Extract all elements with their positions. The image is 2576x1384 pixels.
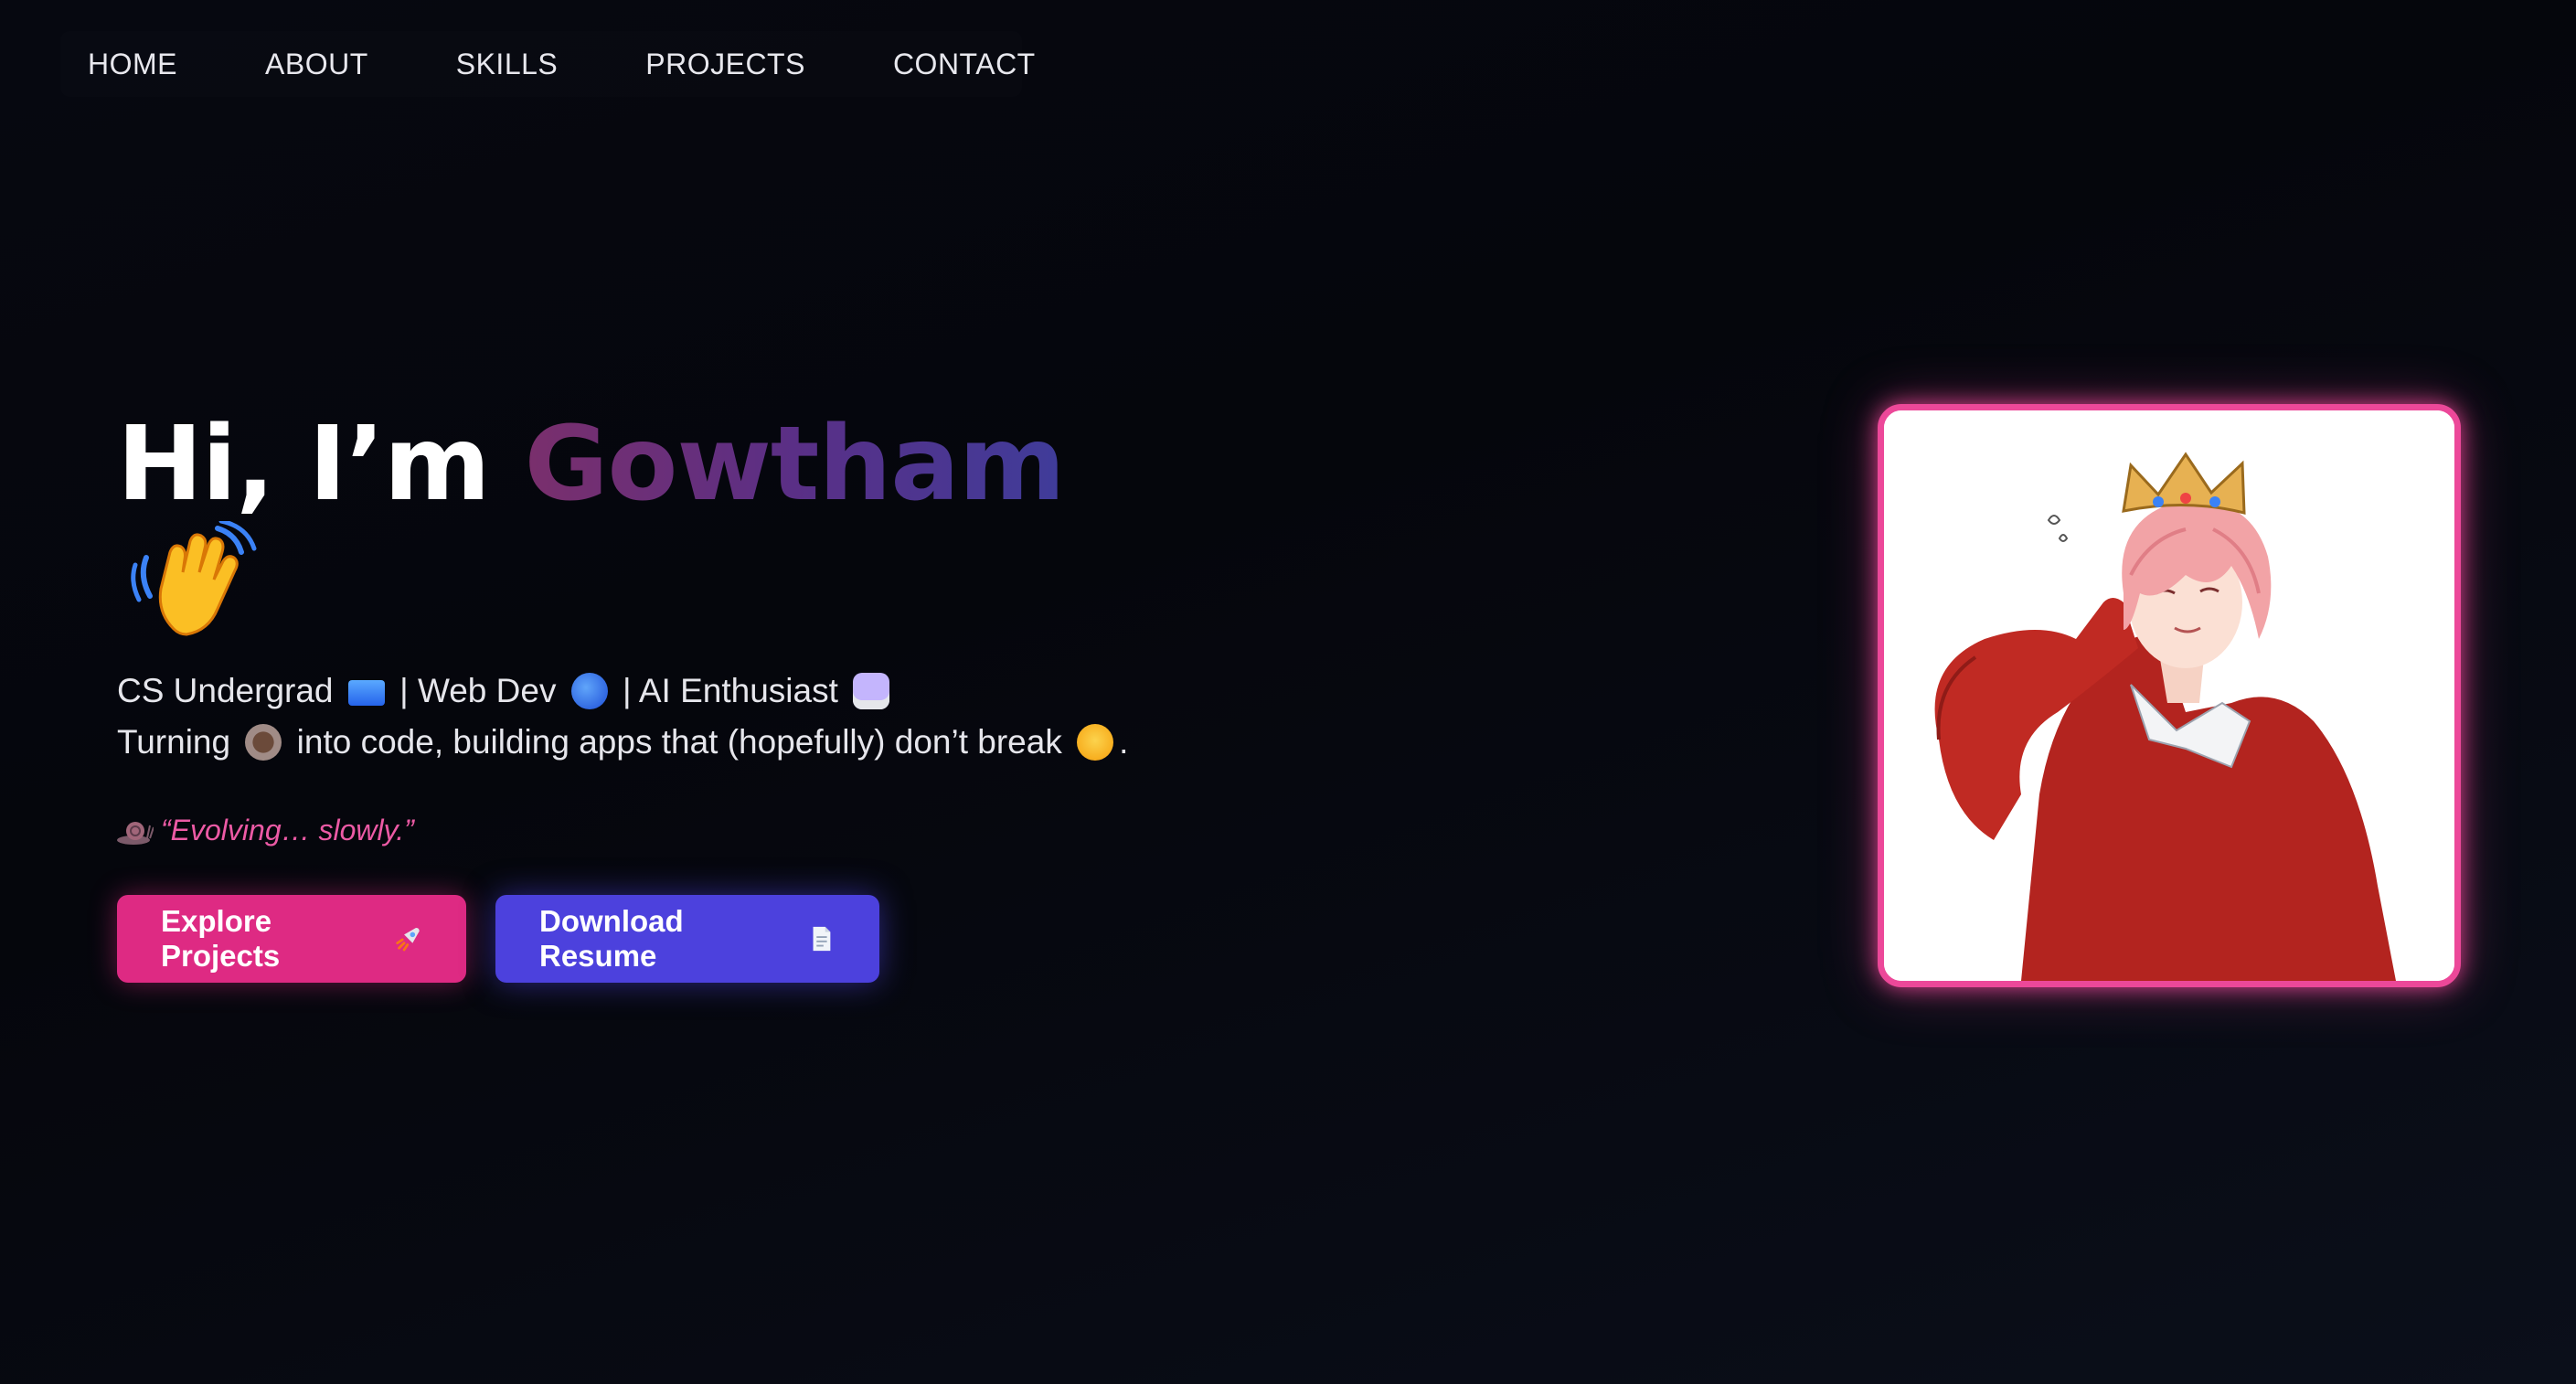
hero-title: Hi, I’m Gowtham xyxy=(117,402,1305,527)
rocket-icon xyxy=(395,927,420,952)
globe-icon xyxy=(570,673,608,709)
document-icon xyxy=(813,926,831,952)
tagline-turning: Turning xyxy=(117,723,231,761)
tagline-line-1: CS Undergrad | Web Dev | AI Enthusiast xyxy=(117,665,1305,717)
tagline-webdev: | Web Dev xyxy=(399,672,557,709)
greeting-text: Hi, I’m xyxy=(117,405,525,524)
nav-skills[interactable]: SKILLS xyxy=(456,48,559,81)
hero-section: Hi, I’m Gowtham CS Undergrad | Web Dev |… xyxy=(117,402,1305,983)
nav-about[interactable]: ABOUT xyxy=(265,48,368,81)
nav-projects[interactable]: PROJECTS xyxy=(645,48,805,81)
laptop-icon xyxy=(347,680,385,706)
sweat-smile-icon xyxy=(1077,724,1114,761)
top-navigation: HOME ABOUT SKILLS PROJECTS CONTACT xyxy=(60,31,1035,97)
snail-icon xyxy=(117,822,154,845)
tagline-code: into code, building apps that (hopefully… xyxy=(296,723,1062,761)
waving-hand-icon xyxy=(131,521,257,636)
hero-quote: “Evolving… slowly.” xyxy=(117,814,1305,847)
profile-picture-frame xyxy=(1878,404,2461,987)
tagline-period: . xyxy=(1119,723,1129,761)
quote-text: “Evolving… slowly.” xyxy=(161,814,414,846)
anime-avatar-image xyxy=(1884,410,2454,981)
explore-projects-label: Explore Projects xyxy=(161,904,281,973)
portfolio-page: HOME ABOUT SKILLS PROJECTS CONTACT Hi, I… xyxy=(0,0,2576,1384)
hero-name: Gowtham xyxy=(524,405,1066,524)
hero-tagline: CS Undergrad | Web Dev | AI Enthusiast T… xyxy=(117,665,1305,768)
robot-icon xyxy=(853,673,890,709)
tagline-ai: | AI Enthusiast xyxy=(623,672,838,709)
coffee-icon xyxy=(245,724,282,761)
download-resume-button[interactable]: Download Resume xyxy=(495,895,879,983)
nav-home[interactable]: HOME xyxy=(88,48,177,81)
download-resume-label: Download Resume xyxy=(539,904,684,973)
nav-contact[interactable]: CONTACT xyxy=(893,48,1036,81)
explore-projects-button[interactable]: Explore Projects xyxy=(117,895,466,983)
tagline-line-2: Turning into code, building apps that (h… xyxy=(117,717,1305,768)
hero-buttons: Explore Projects Download Resume xyxy=(117,895,1305,983)
tagline-cs: CS Undergrad xyxy=(117,672,334,709)
